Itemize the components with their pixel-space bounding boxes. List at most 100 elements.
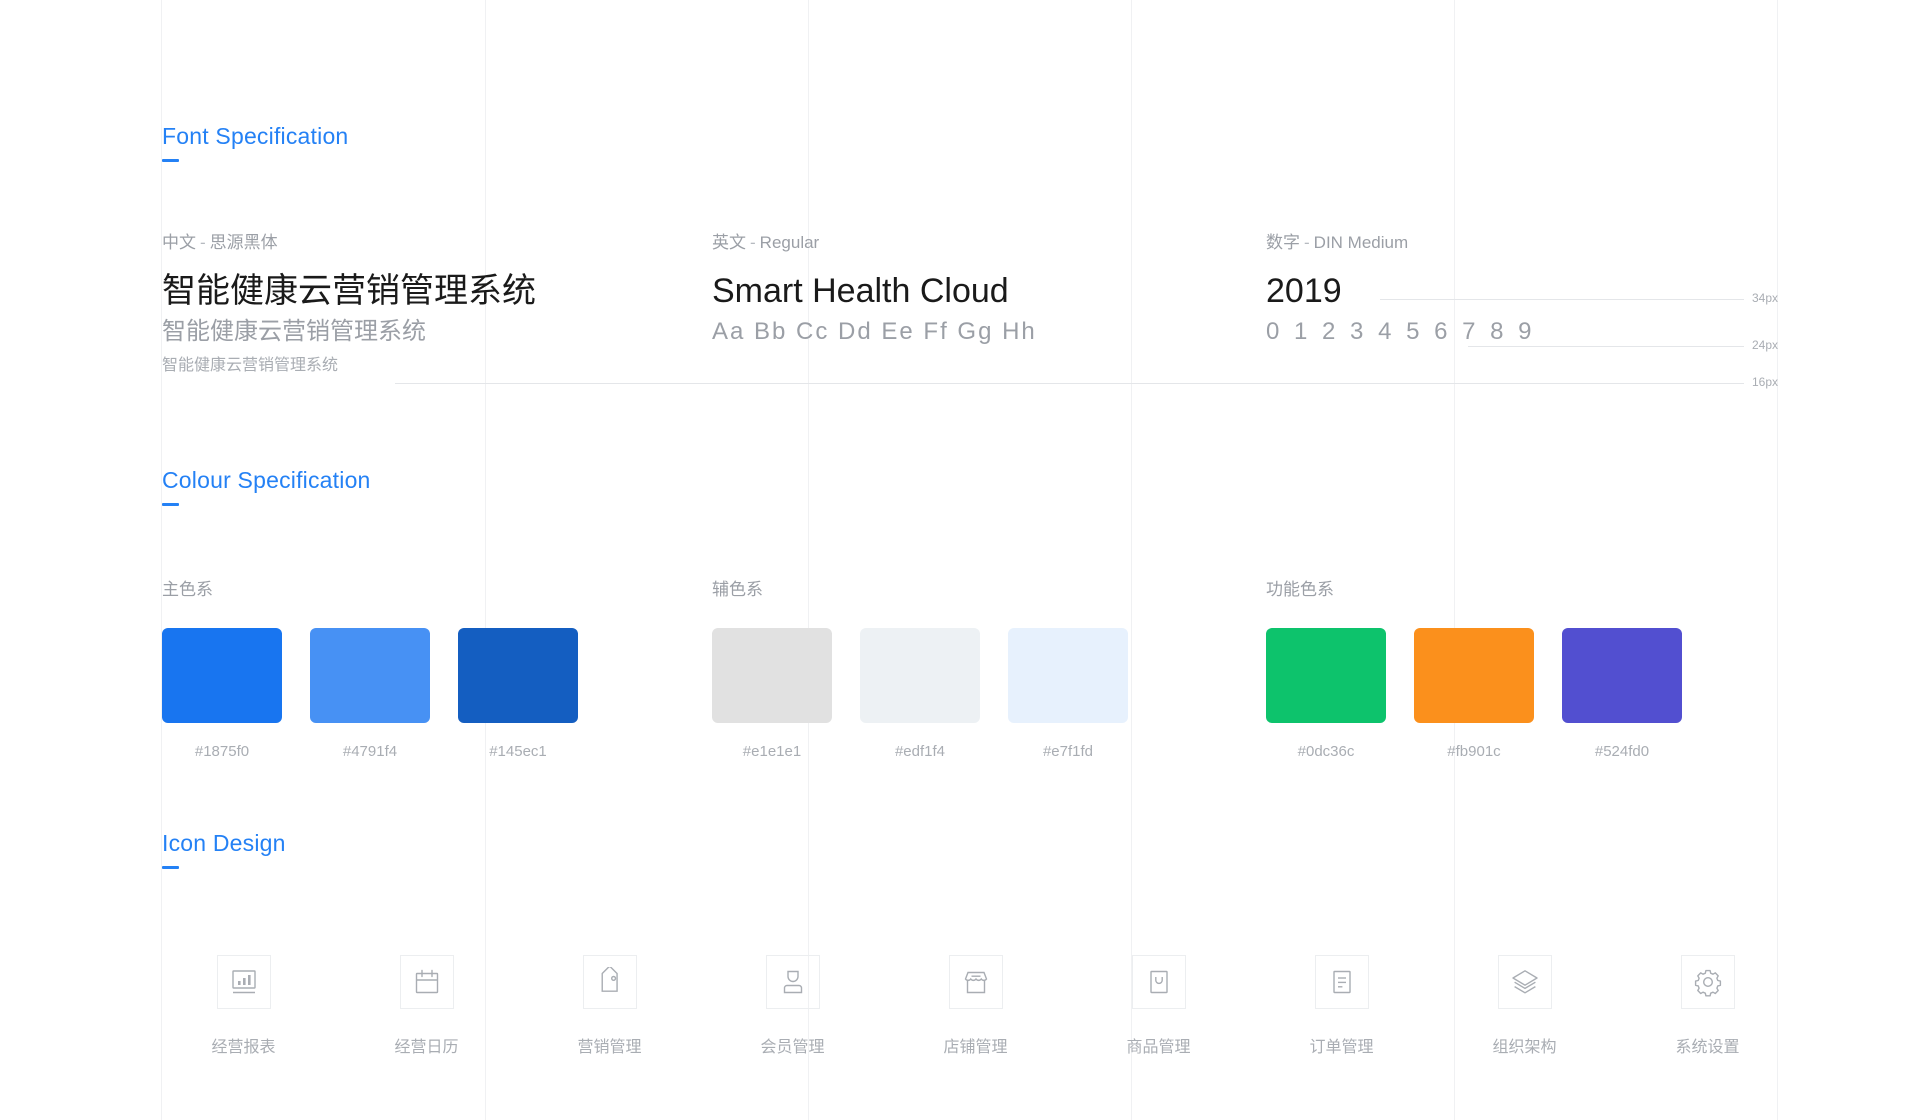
- icon-label: 经营日历: [394, 1039, 459, 1056]
- measure-label-34: 34px: [1752, 291, 1779, 305]
- icon-cell-shop[interactable]: 店铺管理: [884, 955, 1067, 1057]
- layers-icon[interactable]: [1497, 955, 1552, 1009]
- font-sample-chinese-16: 智能健康云营销管理系统: [162, 357, 339, 374]
- swatch-item[interactable]: #1875f0: [162, 628, 282, 760]
- grid-line: [1131, 0, 1132, 1120]
- font-lang-label: 中文: [162, 233, 196, 252]
- bar-chart-icon[interactable]: [216, 955, 271, 1009]
- swatch-row: #e1e1e1 #edf1f4 #e7f1fd: [712, 628, 1128, 760]
- swatch-item[interactable]: #145ec1: [458, 628, 578, 760]
- swatch-item[interactable]: #0dc36c: [1266, 628, 1386, 760]
- swatch-item[interactable]: #4791f4: [310, 628, 430, 760]
- gear-icon[interactable]: [1680, 955, 1735, 1009]
- icon-label: 会员管理: [760, 1039, 825, 1056]
- icon-cell-organization[interactable]: 组织架构: [1433, 955, 1616, 1057]
- icon-cell-business-calendar[interactable]: 经营日历: [335, 955, 518, 1057]
- grid-line: [808, 0, 809, 1120]
- colour-group-label: 辅色系: [712, 580, 763, 599]
- colour-hex-label: #e1e1e1: [742, 743, 802, 760]
- colour-chip[interactable]: [162, 628, 282, 723]
- font-column-english: 英文 - Regular Smart Health Cloud Aa Bb Cc D…: [712, 228, 1037, 351]
- swatch-item[interactable]: #fb901c: [1414, 628, 1534, 760]
- grid-guides: [0, 0, 1920, 1120]
- tag-icon[interactable]: [582, 955, 637, 1009]
- icon-cell-product[interactable]: 商品管理: [1067, 955, 1250, 1057]
- font-lang-label: 数字: [1266, 233, 1300, 252]
- section-header-colour: Colour Specification: [162, 467, 371, 506]
- icon-label: 商品管理: [1126, 1039, 1191, 1056]
- font-lang-label: 英文: [712, 233, 746, 252]
- colour-chip[interactable]: [1266, 628, 1386, 723]
- icon-cell-member[interactable]: 会员管理: [701, 955, 884, 1057]
- colour-group-secondary: 辅色系 #e1e1e1 #edf1f4 #e7f1fd: [712, 575, 1128, 760]
- font-sample-numeric-34: 2019: [1266, 272, 1342, 310]
- font-family-label: Regular: [759, 233, 820, 252]
- user-icon[interactable]: [765, 955, 820, 1009]
- colour-hex-label: #fb901c: [1447, 743, 1501, 760]
- colour-chip[interactable]: [1008, 628, 1128, 723]
- grid-line: [1777, 0, 1778, 1120]
- design-spec-page: Font Specification 中文 - 思源黑体 智能健康云营销管理系统 智…: [0, 0, 1920, 1120]
- icon-label: 经营报表: [211, 1039, 276, 1056]
- colour-hex-label: #0dc36c: [1297, 743, 1355, 760]
- order-document-icon[interactable]: [1314, 955, 1369, 1009]
- colour-chip[interactable]: [1414, 628, 1534, 723]
- icon-label: 店铺管理: [943, 1039, 1008, 1056]
- colour-chip[interactable]: [458, 628, 578, 723]
- icon-cell-system-settings[interactable]: 系统设置: [1616, 955, 1799, 1057]
- colour-chip[interactable]: [310, 628, 430, 723]
- font-meta-separator: -: [1304, 233, 1310, 252]
- font-meta-chinese: 中文 - 思源黑体: [162, 228, 536, 253]
- colour-group-label: 主色系: [162, 580, 213, 599]
- icon-label: 订单管理: [1309, 1039, 1374, 1056]
- section-title-icon: Icon Design: [162, 830, 286, 856]
- font-sample-english-34: Smart Health Cloud: [712, 272, 1009, 310]
- font-sample-chinese-34: 智能健康云营销管理系统: [162, 272, 536, 310]
- icon-cell-business-report[interactable]: 经营报表: [152, 955, 335, 1057]
- product-box-icon[interactable]: [1131, 955, 1186, 1009]
- font-meta-english: 英文 - Regular: [712, 228, 1037, 253]
- icon-grid: 经营报表 经营日历 营销管理 会员管理 店铺管理 商品管理 订单管理 组织架构 …: [152, 955, 1799, 1057]
- measure-line-34: [1380, 299, 1744, 300]
- swatch-item[interactable]: #524fd0: [1562, 628, 1682, 760]
- colour-hex-label: #4791f4: [342, 743, 398, 760]
- colour-hex-label: #edf1f4: [894, 743, 946, 760]
- icon-cell-order[interactable]: 订单管理: [1250, 955, 1433, 1057]
- colour-hex-label: #145ec1: [489, 743, 547, 760]
- font-meta-separator: -: [750, 233, 756, 252]
- swatch-row: #0dc36c #fb901c #524fd0: [1266, 628, 1682, 760]
- colour-chip[interactable]: [712, 628, 832, 723]
- colour-hex-label: #524fd0: [1594, 743, 1650, 760]
- grid-line: [1454, 0, 1455, 1120]
- colour-chip[interactable]: [860, 628, 980, 723]
- colour-chip[interactable]: [1562, 628, 1682, 723]
- font-family-label: 思源黑体: [209, 233, 278, 252]
- font-meta-numeric: 数字 - DIN Medium: [1266, 228, 1536, 253]
- font-sample-chinese-24: 智能健康云营销管理系统: [162, 318, 426, 345]
- section-header-icon: Icon Design: [162, 830, 286, 869]
- colour-hex-label: #e7f1fd: [1042, 743, 1094, 760]
- font-column-chinese: 中文 - 思源黑体 智能健康云营销管理系统 智能健康云营销管理系统 智能健康云营销管…: [162, 228, 536, 381]
- swatch-row: #1875f0 #4791f4 #145ec1: [162, 628, 578, 760]
- calendar-icon[interactable]: [399, 955, 454, 1009]
- shop-icon[interactable]: [948, 955, 1003, 1009]
- measure-label-24: 24px: [1752, 338, 1779, 352]
- measure-line-24: [1468, 346, 1744, 347]
- colour-group-primary: 主色系 #1875f0 #4791f4 #145ec1: [162, 575, 578, 760]
- grid-line: [485, 0, 486, 1120]
- section-title-colour: Colour Specification: [162, 467, 371, 493]
- grid-line: [161, 0, 162, 1120]
- swatch-item[interactable]: #e1e1e1: [712, 628, 832, 760]
- colour-hex-label: #1875f0: [194, 743, 250, 760]
- measure-line-16: [395, 383, 1744, 384]
- measure-label-16: 16px: [1752, 375, 1779, 389]
- colour-group-label: 功能色系: [1266, 580, 1334, 599]
- icon-label: 营销管理: [577, 1039, 642, 1056]
- icon-cell-marketing[interactable]: 营销管理: [518, 955, 701, 1057]
- swatch-item[interactable]: #edf1f4: [860, 628, 980, 760]
- icon-label: 系统设置: [1675, 1039, 1740, 1056]
- section-underline: [162, 159, 179, 162]
- icon-label: 组织架构: [1492, 1039, 1557, 1056]
- swatch-item[interactable]: #e7f1fd: [1008, 628, 1128, 760]
- font-meta-separator: -: [200, 233, 206, 252]
